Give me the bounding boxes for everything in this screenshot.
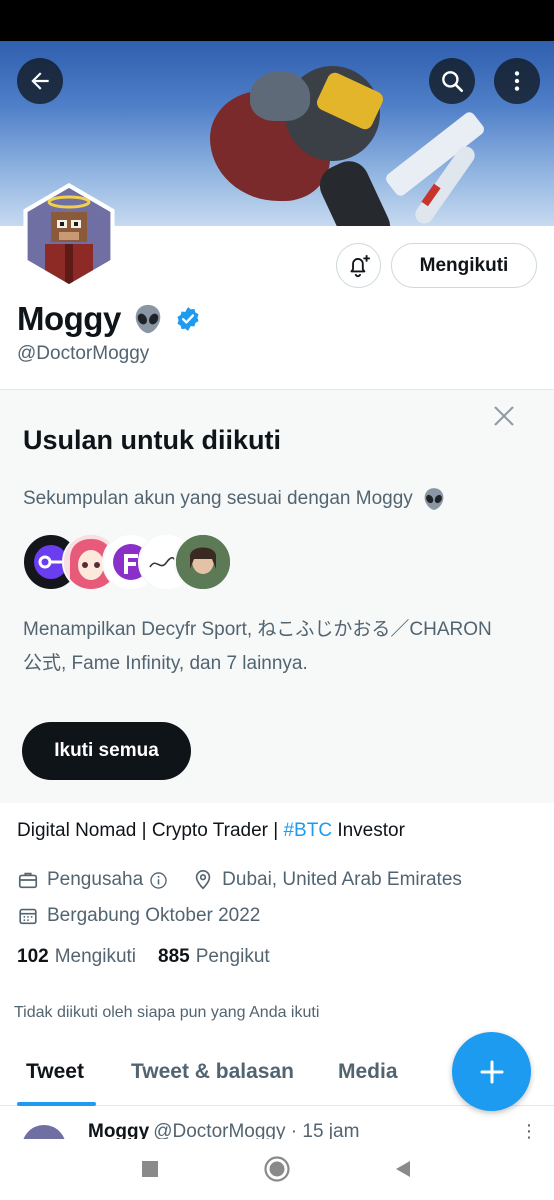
calendar-icon — [19, 908, 37, 925]
tweet-preview[interactable]: Moggy @DoctorMoggy · 15 jam ⋮ — [0, 1107, 554, 1139]
meta-location: Dubai, United Arab Emirates — [192, 869, 462, 891]
android-nav-bar — [0, 1139, 554, 1200]
tweet-author-handle: @DoctorMoggy · 15 jam — [153, 1121, 360, 1139]
following-count-link[interactable]: 102 Mengikuti — [17, 946, 136, 968]
meta-joined-text: Bergabung Oktober 2022 — [47, 905, 261, 926]
back-nav-button[interactable] — [387, 1153, 419, 1185]
profile-meta-row-2: Bergabung Oktober 2022 — [17, 902, 260, 930]
suggestions-description: Menampilkan Decyfr Sport, ねこふじかおる／CHARON… — [23, 619, 492, 674]
close-icon — [494, 406, 514, 426]
tweet-header: Moggy @DoctorMoggy · 15 jam — [88, 1121, 359, 1139]
following-button[interactable]: Mengikuti — [391, 243, 537, 288]
bell-plus-icon — [349, 254, 370, 277]
location-pin-icon — [195, 870, 211, 890]
triangle-back-icon — [396, 1161, 410, 1177]
alien-emoji-icon — [424, 488, 444, 510]
portrait-photo-image — [176, 535, 230, 589]
tab-tweet-replies[interactable]: Tweet & balasan — [131, 1060, 294, 1106]
following-label: Mengikuti — [54, 946, 137, 967]
suggestions-title: Usulan untuk diikuti — [23, 425, 282, 455]
meta-joined: Bergabung Oktober 2022 — [17, 905, 260, 927]
arrow-left-icon — [31, 72, 49, 90]
briefcase-icon — [18, 872, 38, 889]
tweet-author-name: Moggy — [88, 1121, 150, 1139]
profile-bio: Digital Nomad | Crypto Trader | #BTC Inv… — [17, 820, 405, 842]
followers-count: 885 — [158, 946, 190, 967]
active-tab-indicator — [17, 1102, 96, 1106]
bio-text-end: Investor — [332, 820, 405, 841]
suggestions-subtitle: Sekumpulan akun yang sesuai dengan Moggy — [23, 486, 447, 512]
more-options-button[interactable] — [494, 58, 540, 104]
bio-hashtag-link[interactable]: #BTC — [283, 820, 332, 841]
plus-icon — [480, 1060, 503, 1083]
square-icon — [142, 1161, 158, 1177]
suggested-avatar-photo[interactable] — [174, 533, 232, 591]
tab-tweet[interactable]: Tweet — [26, 1060, 84, 1106]
status-bar — [0, 0, 554, 41]
home-button[interactable] — [261, 1153, 293, 1185]
follow-all-button[interactable]: Ikuti semua — [22, 722, 191, 780]
followers-label: Pengikut — [195, 946, 270, 967]
tab-media[interactable]: Media — [338, 1060, 398, 1106]
suggestions-subtitle-text: Sekumpulan akun yang sesuai dengan Moggy — [23, 488, 413, 509]
tweet-more-icon[interactable]: ⋮ — [520, 1121, 538, 1139]
follow-counts: 102 Mengikuti 885 Pengikut — [17, 946, 270, 968]
dismiss-suggestions-button[interactable] — [488, 400, 520, 432]
alien-emoji-icon — [135, 304, 161, 334]
compose-tweet-button[interactable] — [452, 1032, 531, 1111]
more-vertical-icon — [514, 71, 520, 91]
display-name: Moggy — [17, 300, 121, 337]
profile-meta-row-1: Pengusaha Dubai, United Arab Emirates — [17, 866, 462, 894]
meta-location-text: Dubai, United Arab Emirates — [222, 869, 462, 890]
meta-category-text: Pengusaha — [47, 869, 144, 890]
search-icon — [442, 71, 464, 93]
circle-home-icon — [264, 1156, 290, 1182]
followers-count-link[interactable]: 885 Pengikut — [158, 946, 270, 968]
profile-handle: @DoctorMoggy — [17, 343, 150, 364]
back-button[interactable] — [17, 58, 63, 104]
banner-helmet — [250, 71, 310, 121]
suggested-avatars[interactable] — [22, 533, 232, 591]
following-count: 102 — [17, 946, 49, 967]
notify-button[interactable] — [336, 243, 381, 288]
tweet-author-avatar[interactable] — [22, 1125, 66, 1139]
verified-badge-icon[interactable] — [175, 306, 201, 332]
recents-button[interactable] — [134, 1153, 166, 1185]
info-icon[interactable] — [149, 871, 168, 890]
bio-text: Digital Nomad | Crypto Trader | — [17, 820, 284, 841]
meta-category: Pengusaha — [17, 869, 176, 891]
search-button[interactable] — [429, 58, 475, 104]
not-followed-note: Tidak diikuti oleh siapa pun yang Anda i… — [14, 1004, 320, 1021]
profile-name-row: Moggy — [17, 298, 201, 340]
